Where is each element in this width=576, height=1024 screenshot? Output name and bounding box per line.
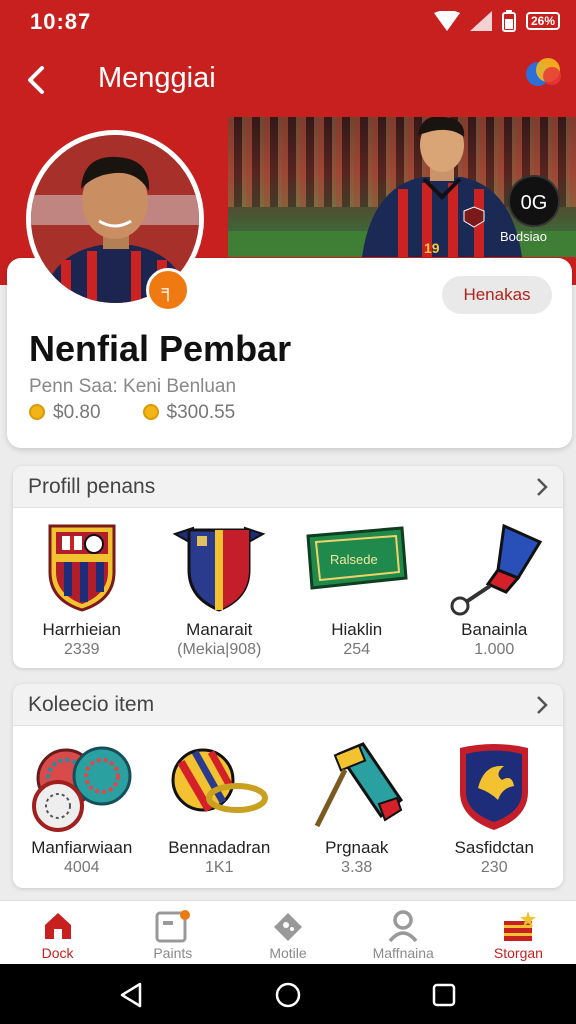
item-name: Prgnaak [325, 838, 389, 857]
coin-icon [142, 404, 159, 420]
item-name: Sasfidctan [454, 838, 534, 857]
battery-icon [501, 10, 516, 32]
wifi-icon [433, 11, 460, 31]
flag-text: Ralsede [330, 552, 378, 567]
home-circle-icon[interactable] [275, 982, 301, 1008]
list-item[interactable]: Ralsede Hiaklin 254 [288, 508, 426, 668]
list-item[interactable]: Sasfidctan 230 [426, 726, 564, 886]
profile-subtitle: Penn Saa: Keni Benluan [29, 376, 237, 397]
list-item[interactable]: Prgnaak 3.38 [288, 726, 426, 886]
battery-percent: 26% [525, 12, 560, 30]
list-item[interactable]: Harrhieian 2339 [13, 508, 151, 668]
nav-label: Dock [41, 945, 74, 961]
system-nav-bar [0, 964, 576, 1024]
shield-crest-icon [172, 526, 266, 612]
item-value: 1.000 [474, 641, 515, 658]
total-value: $300.55 [166, 402, 236, 423]
board-icon [155, 910, 190, 943]
list-item[interactable]: Manarait (Mekia|908) [151, 508, 289, 668]
trophy-cup-icon [450, 523, 543, 616]
match-banner: 19 0G Bodsiao [228, 117, 576, 257]
status-time: 10:87 [30, 9, 92, 34]
medals-icon [31, 746, 132, 832]
nav-item-storgan[interactable]: Storgan [461, 901, 576, 964]
list-item[interactable]: Bennadadran 1K1 [151, 726, 289, 886]
store-icon [504, 911, 537, 941]
bottom-nav: Dock Paints Motile Maffnaina Storgan [0, 900, 576, 964]
score-label: Bodsiao [500, 229, 547, 244]
item-value: 3.38 [341, 859, 373, 876]
item-value: 254 [343, 641, 371, 658]
section-header[interactable]: Profill penans [13, 466, 563, 508]
fire-badge-icon: ╕ [146, 268, 190, 312]
app-logo-icon[interactable] [524, 56, 564, 88]
nav-item-dock[interactable]: Dock [0, 901, 115, 964]
nav-item-paints[interactable]: Paints [115, 901, 230, 964]
nav-item-motile[interactable]: Motile [230, 901, 345, 964]
nav-item-maffnaina[interactable]: Maffnaina [346, 901, 461, 964]
nav-label: Motile [269, 945, 307, 961]
item-name: Manarait [186, 620, 253, 639]
item-name: Banainla [461, 620, 528, 639]
flag-icon: Ralsede [306, 526, 408, 590]
recents-square-icon[interactable] [431, 982, 457, 1008]
collection-section: Koleecio item Manfiarwiaan 4004 Bennadad… [13, 684, 563, 888]
balance-stat: $0.80 [29, 402, 101, 424]
profile-section: Profill penans Harrhieian 2339 Manarait … [13, 466, 563, 668]
signal-icon [469, 11, 492, 31]
section-header[interactable]: Koleecio item [13, 684, 563, 726]
total-stat: $300.55 [142, 402, 236, 424]
item-value: (Mekia|908) [177, 641, 262, 658]
nav-label: Storgan [493, 945, 543, 961]
jersey-number: 19 [424, 240, 440, 256]
item-value: 230 [480, 859, 508, 876]
score-circle: 0G [508, 175, 560, 227]
status-icons: 26% [433, 10, 560, 32]
striped-ball-icon [171, 748, 269, 813]
item-name: Harrhieian [42, 620, 121, 639]
mace-icon [314, 742, 403, 828]
profile-name: Nenfial Pembar [29, 328, 292, 369]
section-title: Profill penans [28, 475, 156, 498]
list-item[interactable]: Manfiarwiaan 4004 [13, 726, 151, 886]
item-value: 1K1 [205, 859, 234, 876]
profile-stats: $0.80 $300.55 [29, 402, 235, 424]
item-value: 4004 [63, 859, 100, 876]
item-name: Bennadadran [168, 838, 271, 857]
nav-label: Maffnaina [372, 945, 434, 961]
person-icon [388, 910, 418, 943]
back-arrow-icon[interactable] [22, 62, 50, 98]
section-title: Koleecio item [28, 693, 155, 716]
item-name: Manfiarwiaan [31, 838, 133, 857]
nav-label: Paints [153, 945, 193, 961]
club-crest-icon [48, 524, 116, 612]
chevron-right-icon[interactable] [535, 476, 549, 498]
list-item[interactable]: Banainla 1.000 [426, 508, 564, 668]
status-bar: 10:87 26% [0, 0, 576, 44]
coin-icon [29, 404, 45, 420]
item-value: 2339 [63, 641, 100, 658]
page-title: Menggiai [98, 62, 216, 94]
chevron-right-icon[interactable] [535, 694, 549, 716]
tag-icon [274, 913, 302, 941]
back-triangle-icon[interactable] [118, 982, 144, 1008]
item-name: Hiaklin [331, 620, 383, 639]
home-icon [44, 913, 71, 939]
follow-button[interactable]: Henakas [442, 276, 552, 314]
balance-value: $0.80 [53, 402, 101, 423]
eagle-shield-icon [460, 744, 529, 830]
